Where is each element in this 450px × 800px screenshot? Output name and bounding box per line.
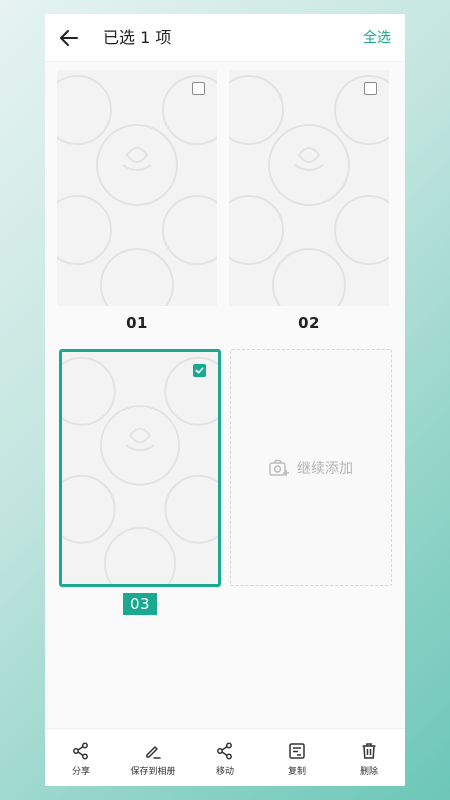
app-screen: 已选 1 项 全选 01 02 03 继续添加 分享 保存到相册 移动 复制 删… <box>45 14 405 786</box>
bottom-toolbar: 分享 保存到相册 移动 复制 删除 <box>45 728 405 786</box>
document-label-02: 02 <box>298 314 320 332</box>
save-to-album-button[interactable]: 保存到相册 <box>118 741 188 777</box>
save-to-album-label: 保存到相册 <box>130 767 176 777</box>
camera-add-icon <box>269 459 289 476</box>
document-label-03: 03 <box>123 593 157 615</box>
trash-icon <box>362 743 376 759</box>
continue-add-label: 继续添加 <box>297 460 353 477</box>
embossed-pattern-image <box>57 75 217 306</box>
arrow-left-icon <box>60 30 78 46</box>
checkbox-03[interactable] <box>193 364 206 377</box>
document-card-01[interactable] <box>57 70 217 306</box>
embossed-pattern-image <box>62 356 218 584</box>
delete-label: 删除 <box>359 767 378 777</box>
share-icon <box>73 742 88 760</box>
embossed-pattern-image <box>229 75 389 306</box>
document-card-03[interactable] <box>59 349 221 587</box>
top-bar: 已选 1 项 全选 <box>45 14 405 62</box>
page-title: 已选 1 项 <box>103 28 172 47</box>
checkbox-02[interactable] <box>364 82 377 95</box>
share-button[interactable]: 分享 <box>46 741 116 777</box>
checkbox-01[interactable] <box>192 82 205 95</box>
document-card-02[interactable] <box>229 70 389 306</box>
move-button[interactable]: 移动 <box>190 741 260 777</box>
copy-icon <box>289 743 305 759</box>
move-label: 移动 <box>215 767 234 777</box>
delete-button[interactable]: 删除 <box>334 741 404 777</box>
copy-button[interactable]: 复制 <box>262 741 332 777</box>
share-label: 分享 <box>71 767 90 777</box>
select-all-button[interactable]: 全选 <box>363 26 391 50</box>
continue-add-button[interactable]: 继续添加 <box>230 349 392 586</box>
document-label-01: 01 <box>126 314 148 332</box>
back-button[interactable] <box>55 24 83 52</box>
copy-label: 复制 <box>287 767 306 777</box>
share-icon <box>217 742 232 760</box>
pen-icon <box>146 746 161 759</box>
check-icon <box>195 367 204 374</box>
